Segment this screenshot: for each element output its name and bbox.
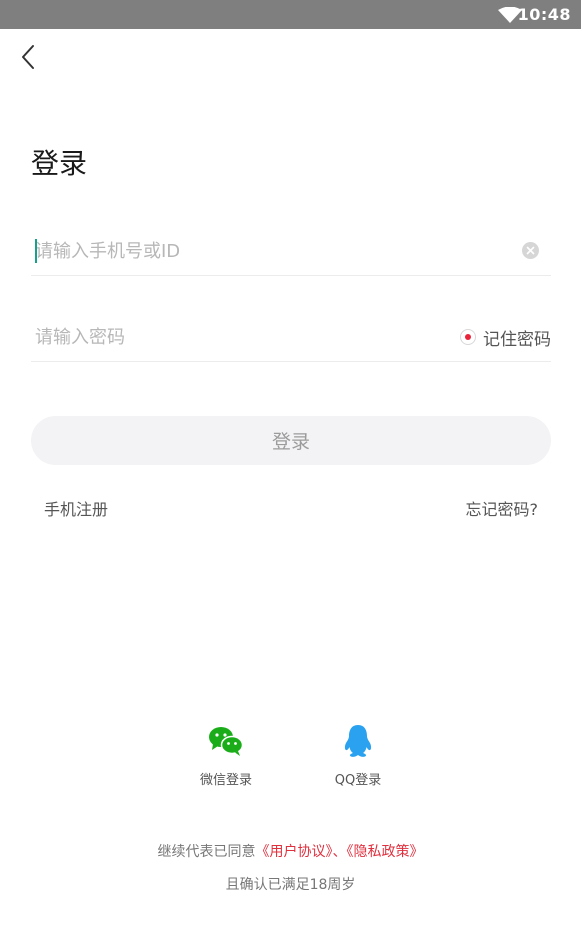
- password-input[interactable]: [35, 322, 435, 352]
- agreement-prefix: 继续代表已同意: [157, 844, 256, 860]
- clear-button[interactable]: [522, 242, 539, 259]
- wechat-login-button[interactable]: 微信登录: [181, 724, 271, 788]
- forgot-password-link[interactable]: 忘记密码?: [466, 496, 539, 520]
- chevron-left-icon: [22, 45, 34, 69]
- qq-login-label: QQ登录: [334, 773, 382, 788]
- wechat-icon: [209, 727, 244, 756]
- age-confirmation-text: 且确认已满足18周岁: [225, 877, 356, 893]
- status-time: 10:48: [517, 5, 571, 24]
- phone-input[interactable]: [35, 236, 435, 266]
- remember-password-toggle[interactable]: 记住密码: [460, 325, 551, 350]
- page-title: 登录: [31, 147, 88, 180]
- password-field-row: 记住密码: [31, 312, 551, 362]
- back-button[interactable]: [14, 42, 44, 72]
- wechat-login-label: 微信登录: [199, 773, 252, 788]
- clear-icon: [526, 246, 535, 255]
- login-page: 10:48 登录 记住密码 登录 手机注册 忘记密码?: [0, 0, 581, 930]
- status-bar: 10:48: [0, 0, 581, 29]
- register-link[interactable]: 手机注册: [44, 496, 108, 520]
- text-caret: [35, 239, 37, 263]
- phone-field-row: [31, 226, 551, 276]
- qq-icon: [344, 725, 372, 757]
- qq-login-button[interactable]: QQ登录: [313, 724, 403, 788]
- agreement-separator: 、: [332, 844, 347, 860]
- user-agreement-link[interactable]: 《用户协议》: [256, 844, 333, 860]
- login-button[interactable]: 登录: [31, 416, 551, 465]
- remember-label: 记住密码: [483, 329, 551, 350]
- privacy-policy-link[interactable]: 《隐私政策》: [347, 844, 424, 860]
- remember-radio[interactable]: [460, 329, 476, 345]
- agreement-text: 继续代表已同意《用户协议》、《隐私政策》: [0, 841, 581, 861]
